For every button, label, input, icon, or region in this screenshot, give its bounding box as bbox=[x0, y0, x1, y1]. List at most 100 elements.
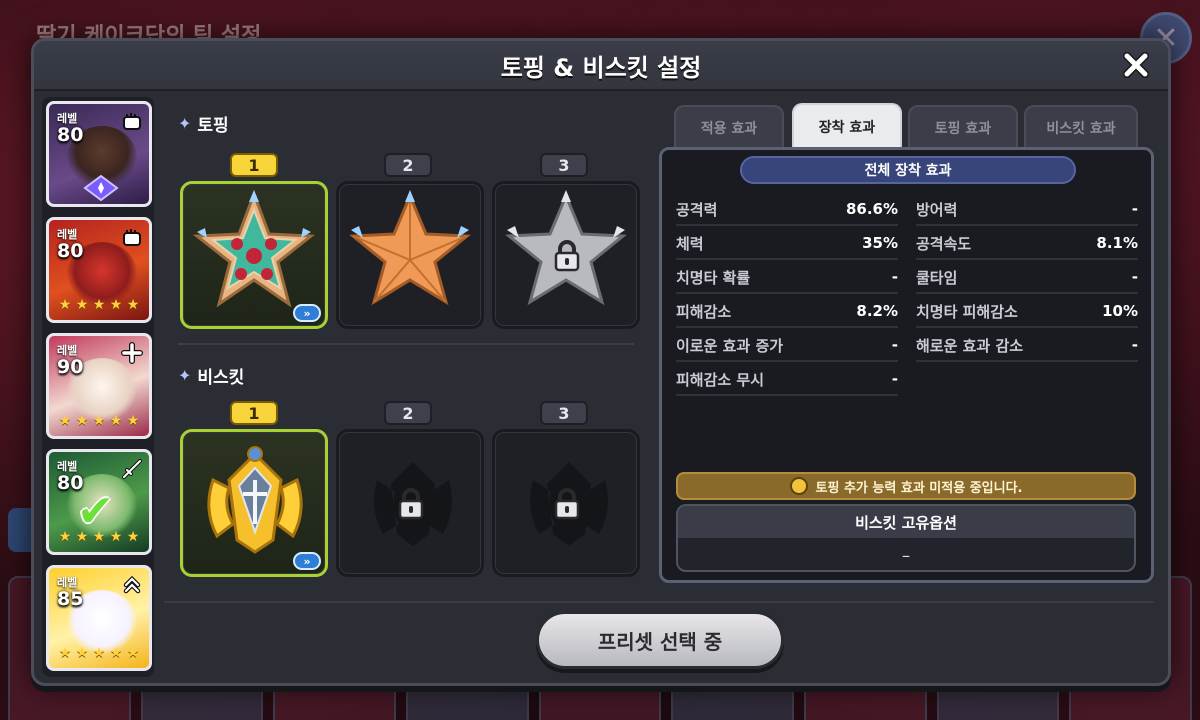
preset-select-button[interactable]: 프리셋 선택 중 bbox=[536, 611, 784, 669]
stat-name: 공격속도 bbox=[916, 234, 972, 253]
effect-header: 전체 장착 효과 bbox=[740, 156, 1076, 184]
stat-value: 8.2% bbox=[856, 302, 898, 320]
section-divider bbox=[178, 343, 634, 345]
tab-equip-effects[interactable]: 장착 효과 bbox=[792, 103, 902, 149]
fist-icon bbox=[123, 229, 141, 246]
topping-slot[interactable] bbox=[492, 181, 640, 329]
stat-value: - bbox=[891, 370, 898, 388]
stat-value: - bbox=[1131, 336, 1138, 354]
stat-row: 공격속도 8.1% bbox=[916, 228, 1138, 260]
cookie-list: 레벨 80 레벨 80 ★ ★ ★ ★ ★ 레벨 90 ★ ★ ★ ★ ★ 레벨… bbox=[42, 97, 154, 677]
lock-icon bbox=[554, 240, 580, 272]
topping-notice-banner: 토핑 추가 능력 효과 미적용 중입니다. bbox=[676, 472, 1136, 500]
fist-icon bbox=[123, 113, 141, 130]
star-rating: ★ ★ ★ ★ ★ bbox=[58, 529, 140, 545]
stat-row: 체력 35% bbox=[676, 228, 898, 260]
topping-slot-number: 2 bbox=[384, 153, 432, 177]
topping-biscuit-dialog: 토핑 & 비스킷 설정 레벨 80 레벨 80 ★ ★ ★ ★ ★ 레벨 90 … bbox=[31, 38, 1171, 686]
topping-badge-icon bbox=[789, 477, 808, 495]
biscuit-option-box: 비스킷 고유옵션 – bbox=[676, 504, 1136, 572]
topping-slot-number: 1 bbox=[230, 153, 278, 177]
rank-emblem-icon bbox=[83, 174, 119, 202]
level-number: 85 bbox=[57, 588, 84, 610]
stat-row: 공격력 86.6% bbox=[676, 194, 898, 226]
sparkle-icon: ✦ bbox=[178, 114, 192, 133]
stat-row: 피해감소 8.2% bbox=[676, 296, 898, 328]
topping-slot[interactable]: » bbox=[180, 181, 328, 329]
stat-name: 체력 bbox=[676, 234, 704, 253]
dialog-header: 토핑 & 비스킷 설정 bbox=[34, 41, 1168, 91]
stat-value: 86.6% bbox=[845, 200, 898, 218]
lock-icon bbox=[398, 488, 424, 520]
close-icon bbox=[1123, 52, 1149, 78]
stat-name: 피해감소 무시 bbox=[676, 370, 765, 389]
dialog-title: 토핑 & 비스킷 설정 bbox=[500, 53, 702, 82]
biscuit-label: 비스킷 bbox=[197, 368, 245, 388]
biscuit-slot-number: 1 bbox=[230, 401, 278, 425]
stat-name: 해로운 효과 감소 bbox=[916, 336, 1024, 355]
stat-name: 치명타 확률 bbox=[676, 268, 751, 287]
stat-value: 8.1% bbox=[1096, 234, 1138, 252]
equipment-panel: ✦ 토핑 1 2 3 » ✦ 비스킷 1 2 3 » bbox=[164, 97, 650, 597]
stat-name: 피해감소 bbox=[676, 302, 732, 321]
stat-row: 방어력 - bbox=[916, 194, 1138, 226]
stat-row: 치명타 확률 - bbox=[676, 262, 898, 294]
stat-name: 방어력 bbox=[916, 200, 958, 219]
stat-value: 35% bbox=[862, 234, 898, 252]
effect-tabs: 적용 효과 장착 효과 토핑 효과 비스킷 효과 bbox=[674, 103, 1144, 149]
cookie-card[interactable]: 레벨 80 bbox=[46, 101, 152, 207]
biscuit-section-label: ✦ 비스킷 bbox=[178, 363, 244, 388]
star-rating: ★ ★ ★ ★ ★ bbox=[58, 413, 140, 429]
sparkle-icon: ✦ bbox=[178, 366, 192, 385]
level-number: 80 bbox=[57, 124, 84, 146]
tab-topping-effects[interactable]: 토핑 효과 bbox=[908, 105, 1018, 149]
stat-name: 이로운 효과 증가 bbox=[676, 336, 784, 355]
biscuit-slot-number: 2 bbox=[384, 401, 432, 425]
cookie-card[interactable]: 레벨 90 ★ ★ ★ ★ ★ bbox=[46, 333, 152, 439]
gold-crest-biscuit-icon bbox=[207, 446, 303, 554]
stat-row: 쿨타임 - bbox=[916, 262, 1138, 294]
stat-value: - bbox=[891, 336, 898, 354]
equip-effect-panel: 전체 장착 효과 공격력 86.6% 체력 35% 치명타 확률 - 피해감소 … bbox=[659, 147, 1154, 583]
stat-name: 쿨타임 bbox=[916, 268, 958, 287]
biscuit-option-value: – bbox=[902, 545, 910, 565]
topping-label: 토핑 bbox=[197, 116, 229, 136]
biscuit-slot[interactable] bbox=[492, 429, 640, 577]
star-rating: ★ ★ ★ ★ ★ bbox=[58, 645, 140, 661]
stat-value: 10% bbox=[1102, 302, 1138, 320]
plus-icon bbox=[121, 342, 143, 364]
topping-section-label: ✦ 토핑 bbox=[178, 111, 229, 136]
stat-value: - bbox=[1131, 268, 1138, 286]
stat-value: - bbox=[891, 268, 898, 286]
cookie-card[interactable]: 레벨 80 ★ ★ ★ ★ ★ bbox=[46, 217, 152, 323]
cookie-card[interactable]: 레벨 85 ★ ★ ★ ★ ★ bbox=[46, 565, 152, 671]
upgrade-arrow-icon[interactable]: » bbox=[293, 304, 321, 322]
level-number: 90 bbox=[57, 356, 84, 378]
stat-row: 해로운 효과 감소 - bbox=[916, 330, 1138, 362]
upgrade-arrow-icon[interactable]: » bbox=[293, 552, 321, 570]
biscuit-slot[interactable]: » bbox=[180, 429, 328, 577]
lock-icon bbox=[554, 488, 580, 520]
stat-row: 치명타 피해감소 10% bbox=[916, 296, 1138, 328]
stat-name: 공격력 bbox=[676, 200, 718, 219]
topping-slot-number: 3 bbox=[540, 153, 588, 177]
stat-value: - bbox=[1131, 200, 1138, 218]
notice-text: 토핑 추가 능력 효과 미적용 중입니다. bbox=[815, 480, 1023, 496]
sword-icon bbox=[122, 459, 142, 479]
chevron-up-icon bbox=[123, 575, 141, 594]
tab-applied-effects[interactable]: 적용 효과 bbox=[674, 105, 784, 149]
biscuit-slot-number: 3 bbox=[540, 401, 588, 425]
level-number: 80 bbox=[57, 240, 84, 262]
stat-name: 치명타 피해감소 bbox=[916, 302, 1018, 321]
tab-biscuit-effects[interactable]: 비스킷 효과 bbox=[1024, 105, 1138, 149]
decorated-star-topping-icon bbox=[192, 189, 316, 308]
stat-row: 피해감소 무시 - bbox=[676, 364, 898, 396]
topping-slot[interactable] bbox=[336, 181, 484, 329]
star-rating: ★ ★ ★ ★ ★ bbox=[58, 297, 140, 313]
stat-row: 이로운 효과 증가 - bbox=[676, 330, 898, 362]
cookie-card[interactable]: 레벨 80 ✔ ★ ★ ★ ★ ★ bbox=[46, 449, 152, 555]
biscuit-option-title: 비스킷 고유옵션 bbox=[678, 506, 1134, 538]
biscuit-slot[interactable] bbox=[336, 429, 484, 577]
orange-star-topping-icon bbox=[349, 190, 471, 306]
close-button[interactable] bbox=[1118, 47, 1154, 83]
